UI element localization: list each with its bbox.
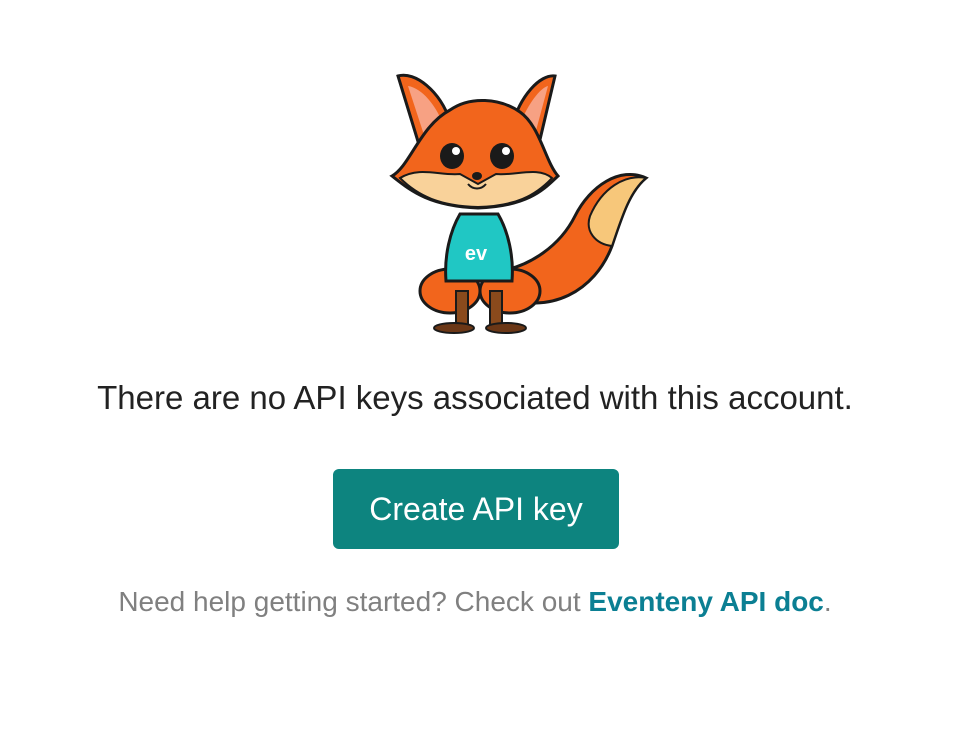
fox-mascot-illustration: ev xyxy=(389,73,649,334)
create-api-key-button[interactable]: Create API key xyxy=(333,469,619,549)
help-text: Need help getting started? Check out Eve… xyxy=(0,582,950,622)
api-doc-link[interactable]: Eventeny API doc xyxy=(588,586,823,617)
shirt-logo-text: ev xyxy=(465,243,488,265)
fox-left-foot xyxy=(433,322,475,334)
fox-right-eye xyxy=(490,143,514,169)
fox-left-eye xyxy=(440,143,464,169)
fox-right-foot xyxy=(485,322,527,334)
empty-state-message: There are no API keys associated with th… xyxy=(97,379,853,416)
fox-nose xyxy=(472,172,482,180)
fox-left-leg xyxy=(455,290,469,328)
empty-state: ev There are no API keys associated with… xyxy=(0,0,974,736)
help-suffix: . xyxy=(823,586,832,617)
fox-right-leg xyxy=(489,290,503,328)
help-prefix: Need help getting started? Check out xyxy=(118,586,589,617)
